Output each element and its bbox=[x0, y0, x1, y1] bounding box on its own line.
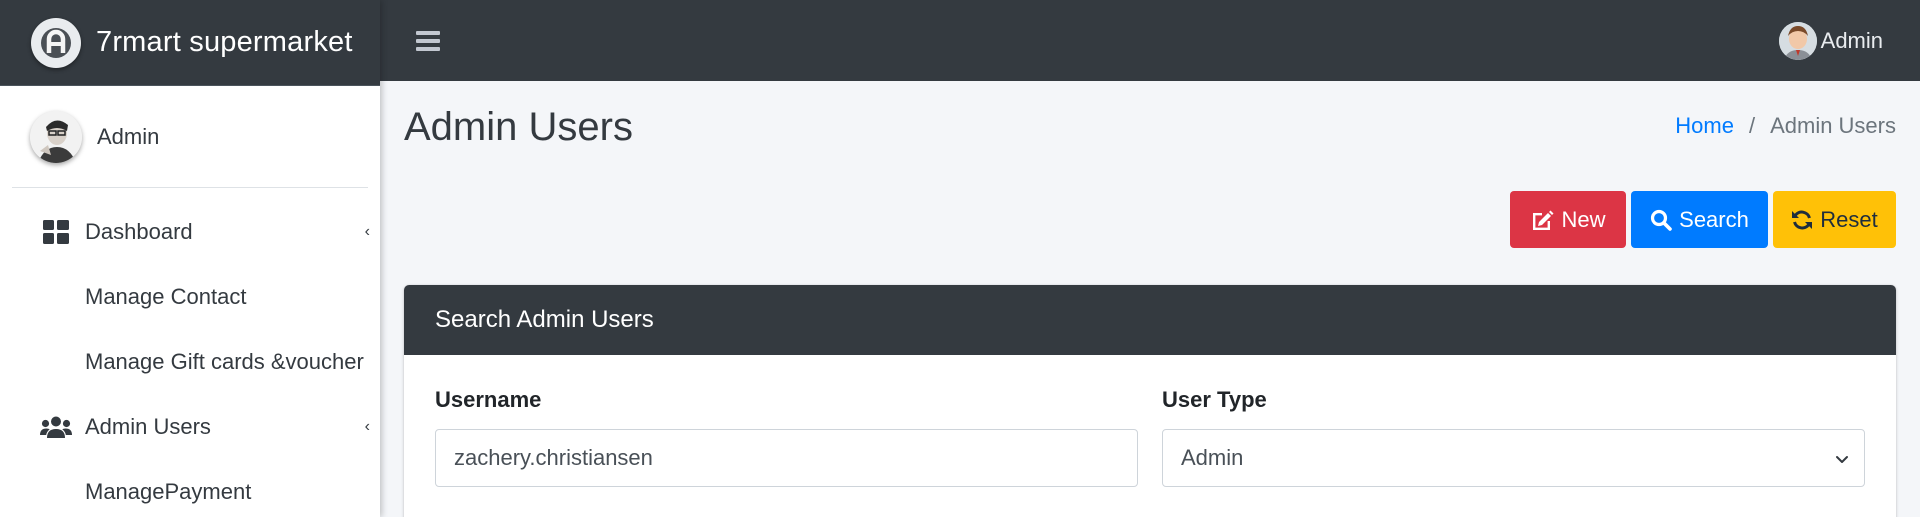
sidebar-item-label: Admin Users bbox=[85, 413, 211, 439]
sidebar-item-admin-users[interactable]: Admin Users ‹ bbox=[0, 394, 380, 459]
user-type-select[interactable]: Admin bbox=[1162, 429, 1865, 487]
reset-button[interactable]: Reset bbox=[1773, 191, 1896, 248]
brand-name: 7rmart supermarket bbox=[96, 26, 353, 58]
edit-icon bbox=[1533, 210, 1554, 230]
sidebar-item-label: Dashboard bbox=[85, 218, 193, 244]
page-title: Admin Users bbox=[404, 105, 633, 149]
breadcrumb: Home / Admin Users bbox=[1675, 113, 1896, 139]
sidebar-item-label: ManagePayment bbox=[85, 478, 252, 504]
username-label: Username bbox=[435, 387, 542, 412]
avatar bbox=[1778, 21, 1817, 60]
top-navbar: Admin bbox=[380, 0, 1920, 81]
refresh-icon bbox=[1792, 210, 1813, 229]
chevron-left-icon: ‹ bbox=[364, 417, 370, 435]
sidebar-item-manage-payment[interactable]: ManagePayment bbox=[0, 459, 380, 517]
brand-link[interactable]: 7rmart supermarket bbox=[0, 0, 380, 86]
username-input[interactable] bbox=[435, 429, 1138, 487]
search-button-label: Search bbox=[1679, 206, 1749, 232]
users-icon bbox=[40, 416, 72, 438]
sidebar-item-label: Manage Contact bbox=[85, 283, 247, 309]
new-button[interactable]: New bbox=[1510, 191, 1626, 248]
chevron-down-icon bbox=[1836, 456, 1848, 463]
sidebar-item-dashboard[interactable]: Dashboard ‹ bbox=[0, 199, 380, 264]
menu-toggle-icon[interactable] bbox=[416, 30, 440, 51]
sidebar-user-name[interactable]: Admin bbox=[97, 124, 159, 150]
sidebar-menu: Dashboard ‹ Manage Contact Manage Gift c… bbox=[0, 188, 380, 517]
sidebar: 7rmart supermarket Admin Dashboard ‹ Man… bbox=[0, 0, 380, 517]
chevron-left-icon: ‹ bbox=[364, 222, 370, 240]
breadcrumb-current: Admin Users bbox=[1770, 113, 1896, 138]
sidebar-item-label: Manage Gift cards &voucher bbox=[85, 348, 364, 374]
sidebar-item-manage-gift-cards[interactable]: Manage Gift cards &voucher bbox=[0, 329, 380, 394]
brand-logo-icon bbox=[31, 17, 81, 68]
search-button[interactable]: Search bbox=[1631, 191, 1768, 248]
breadcrumb-separator: / bbox=[1748, 113, 1756, 138]
user-type-selected-value: Admin bbox=[1181, 445, 1244, 470]
top-user-name: Admin bbox=[1820, 27, 1883, 53]
dashboard-grid-icon bbox=[40, 219, 72, 244]
search-card: Search Admin Users Username User Type Ad… bbox=[404, 285, 1896, 517]
search-card-header: Search Admin Users bbox=[404, 285, 1896, 355]
avatar[interactable] bbox=[30, 110, 82, 163]
user-type-form-group: User Type Admin bbox=[1162, 387, 1865, 487]
search-icon bbox=[1651, 209, 1672, 231]
new-button-label: New bbox=[1561, 206, 1606, 232]
main-content: Admin Users Home / Admin Users New Searc… bbox=[380, 81, 1920, 517]
top-user-menu[interactable]: Admin bbox=[1778, 0, 1883, 81]
user-type-label: User Type bbox=[1162, 387, 1267, 412]
sidebar-user-panel: Admin bbox=[12, 86, 368, 188]
reset-button-label: Reset bbox=[1820, 206, 1878, 232]
sidebar-item-manage-contact[interactable]: Manage Contact bbox=[0, 264, 380, 329]
action-buttons: New Search Reset bbox=[1510, 191, 1896, 248]
username-form-group: Username bbox=[435, 387, 1138, 487]
breadcrumb-home-link[interactable]: Home bbox=[1675, 113, 1734, 139]
